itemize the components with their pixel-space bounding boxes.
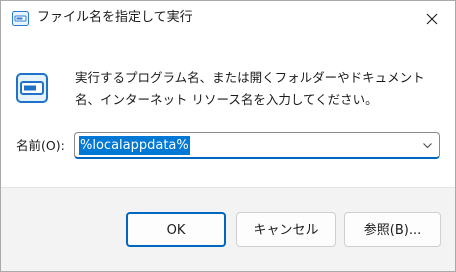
run-dialog: ファイル名を指定して実行 実行するプログラム名、または開くフォルダーやドキュメン… — [0, 0, 456, 272]
chevron-down-icon[interactable] — [422, 140, 433, 151]
run-program-icon — [16, 73, 48, 103]
window-title: ファイル名を指定して実行 — [37, 10, 193, 25]
close-button[interactable] — [409, 1, 455, 37]
open-combobox[interactable]: %localappdata% — [74, 132, 440, 159]
close-icon — [426, 13, 438, 25]
instruction-text: 実行するプログラム名、または開くフォルダーやドキュメント名、インターネット リソ… — [75, 70, 425, 107]
open-input[interactable]: %localappdata% — [79, 136, 190, 155]
cancel-button[interactable]: キャンセル — [236, 212, 336, 247]
run-dialog-icon — [12, 11, 29, 26]
open-label: 名前(O): — [16, 138, 65, 153]
ok-button[interactable]: OK — [126, 212, 226, 247]
browse-button[interactable]: 参照(B)... — [344, 212, 441, 247]
title-bar[interactable]: ファイル名を指定して実行 — [1, 1, 455, 37]
